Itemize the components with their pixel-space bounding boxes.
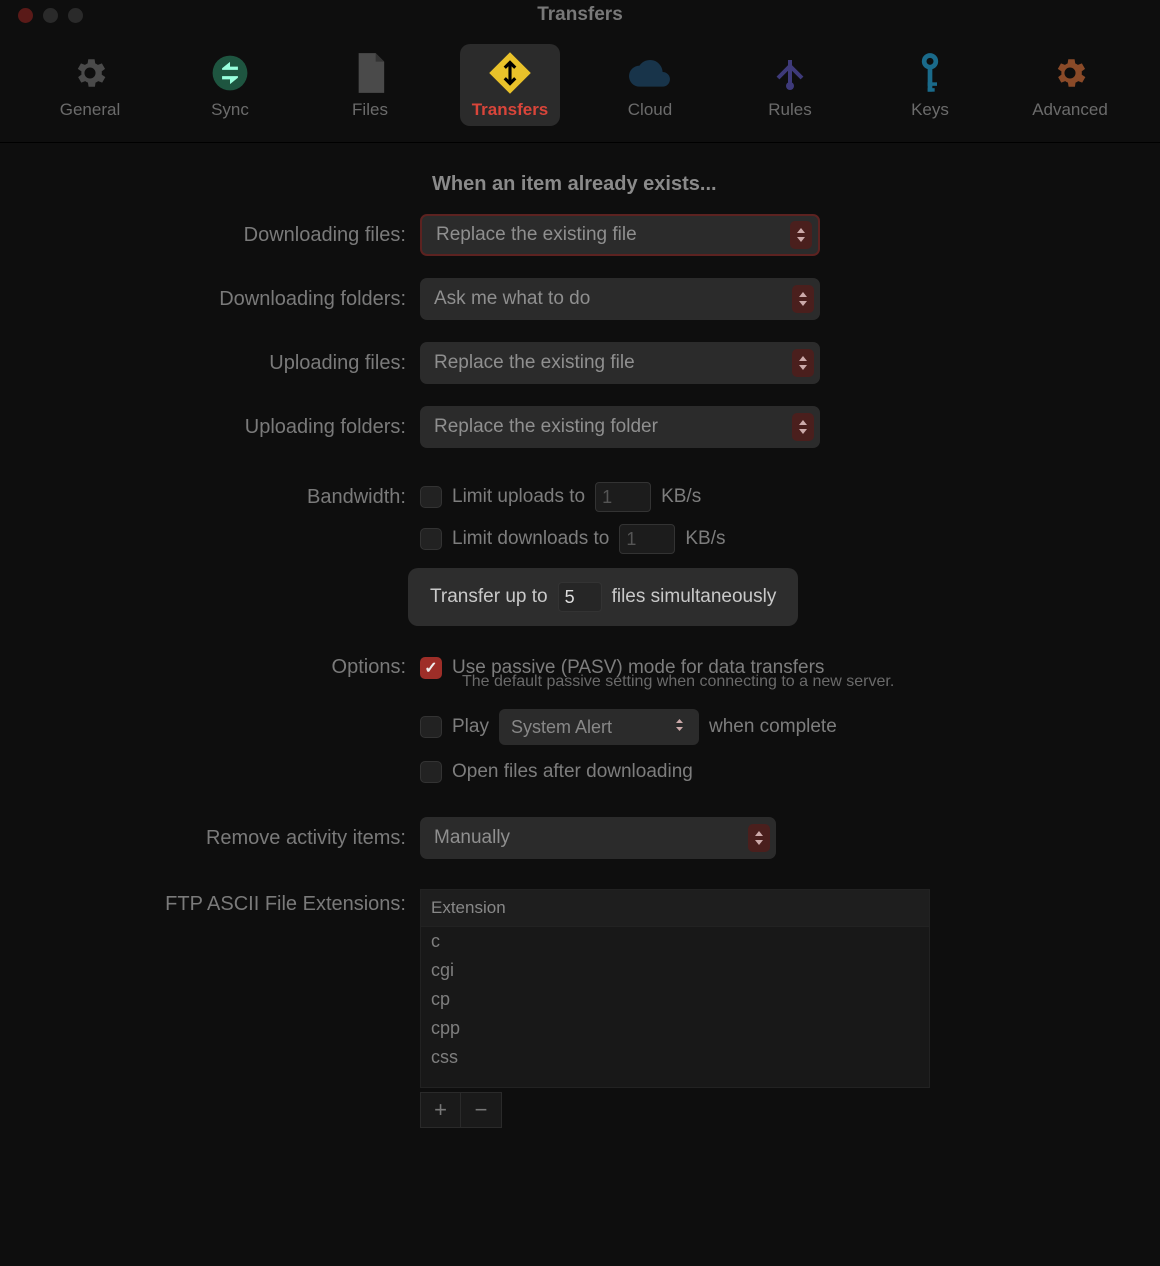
limit-uploads-input[interactable] <box>595 482 651 512</box>
remove-activity-label: Remove activity items: <box>50 827 420 850</box>
advanced-icon <box>1049 52 1091 94</box>
downloading-folders-select[interactable]: Ask me what to do <box>420 278 820 320</box>
sync-icon <box>209 52 251 94</box>
simultaneous-transfers-group: Transfer up to files simultaneously <box>408 568 798 626</box>
downloading-files-select[interactable]: Replace the existing file <box>420 214 820 256</box>
section-heading: When an item already exists... <box>50 173 1110 196</box>
downloading-files-label: Downloading files: <box>50 224 420 247</box>
remove-activity-select[interactable]: Manually <box>420 817 776 859</box>
extension-row[interactable]: css <box>421 1043 929 1072</box>
tab-label: Transfers <box>472 100 549 120</box>
key-icon <box>909 52 951 94</box>
tab-label: General <box>60 100 120 120</box>
extensions-buttons: + − <box>420 1092 502 1128</box>
extension-row[interactable]: cpp <box>421 1014 929 1043</box>
limit-downloads-input[interactable] <box>619 524 675 554</box>
extension-row[interactable]: cp <box>421 985 929 1014</box>
select-value: System Alert <box>511 717 612 738</box>
open-after-checkbox[interactable] <box>420 761 442 783</box>
tab-cloud[interactable]: Cloud <box>600 44 700 126</box>
window-title: Transfers <box>0 4 1160 26</box>
transfers-icon <box>489 52 531 94</box>
content-area: When an item already exists... Downloadi… <box>0 143 1160 1128</box>
tab-rules[interactable]: Rules <box>740 44 840 126</box>
when-complete-label: when complete <box>709 716 837 738</box>
select-value: Replace the existing folder <box>434 416 658 438</box>
kbps-label: KB/s <box>685 528 725 550</box>
chevron-updown-icon <box>792 413 814 441</box>
select-value: Ask me what to do <box>434 288 590 310</box>
extensions-header: Extension <box>421 890 929 927</box>
tab-transfers[interactable]: Transfers <box>460 44 560 126</box>
extensions-table: Extension c cgi cp cpp css <box>420 889 930 1088</box>
tab-label: Sync <box>211 100 249 120</box>
remove-extension-button[interactable]: − <box>461 1093 501 1127</box>
uploading-files-label: Uploading files: <box>50 352 420 375</box>
transfer-suffix: files simultaneously <box>612 586 777 608</box>
pasv-checkbox[interactable] <box>420 657 442 679</box>
tab-advanced[interactable]: Advanced <box>1020 44 1120 126</box>
chevron-updown-icon <box>792 285 814 313</box>
rules-icon <box>769 52 811 94</box>
extension-row[interactable]: cgi <box>421 956 929 985</box>
extensions-list[interactable]: c cgi cp cpp css <box>421 927 929 1087</box>
select-value: Manually <box>434 827 510 849</box>
uploading-folders-label: Uploading folders: <box>50 416 420 439</box>
preferences-toolbar: General Sync Files Transfers Cloud Rules <box>0 30 1160 143</box>
select-value: Replace the existing file <box>436 224 637 246</box>
kbps-label: KB/s <box>661 486 701 508</box>
tab-label: Rules <box>768 100 811 120</box>
select-value: Replace the existing file <box>434 352 635 374</box>
tab-label: Advanced <box>1032 100 1108 120</box>
limit-downloads-label: Limit downloads to <box>452 528 609 550</box>
extension-row[interactable]: c <box>421 927 929 956</box>
minus-icon: − <box>475 1097 488 1123</box>
limit-uploads-label: Limit uploads to <box>452 486 585 508</box>
add-extension-button[interactable]: + <box>421 1093 461 1127</box>
tab-sync[interactable]: Sync <box>180 44 280 126</box>
tab-label: Files <box>352 100 388 120</box>
play-label: Play <box>452 716 489 738</box>
tab-label: Keys <box>911 100 949 120</box>
cloud-icon <box>629 52 671 94</box>
titlebar: Transfers <box>0 0 1160 30</box>
file-icon <box>349 52 391 94</box>
chevron-updown-icon <box>790 221 812 249</box>
sound-select[interactable]: System Alert <box>499 709 699 745</box>
downloading-folders-label: Downloading folders: <box>50 288 420 311</box>
play-sound-checkbox[interactable] <box>420 716 442 738</box>
options-label: Options: <box>50 656 420 679</box>
transfer-prefix: Transfer up to <box>430 586 548 608</box>
uploading-folders-select[interactable]: Replace the existing folder <box>420 406 820 448</box>
tab-keys[interactable]: Keys <box>880 44 980 126</box>
limit-downloads-checkbox[interactable] <box>420 528 442 550</box>
open-after-label: Open files after downloading <box>452 761 693 783</box>
uploading-files-select[interactable]: Replace the existing file <box>420 342 820 384</box>
simultaneous-count-input[interactable] <box>558 582 602 612</box>
bandwidth-label: Bandwidth: <box>50 486 420 509</box>
limit-uploads-checkbox[interactable] <box>420 486 442 508</box>
tab-label: Cloud <box>628 100 672 120</box>
chevron-updown-icon <box>792 349 814 377</box>
ftp-ascii-ext-label: FTP ASCII File Extensions: <box>50 889 420 916</box>
chevron-updown-icon <box>748 824 770 852</box>
tab-general[interactable]: General <box>40 44 140 126</box>
plus-icon: + <box>434 1097 447 1123</box>
chevron-updown-icon <box>675 715 695 739</box>
gear-icon <box>69 52 111 94</box>
tab-files[interactable]: Files <box>320 44 420 126</box>
